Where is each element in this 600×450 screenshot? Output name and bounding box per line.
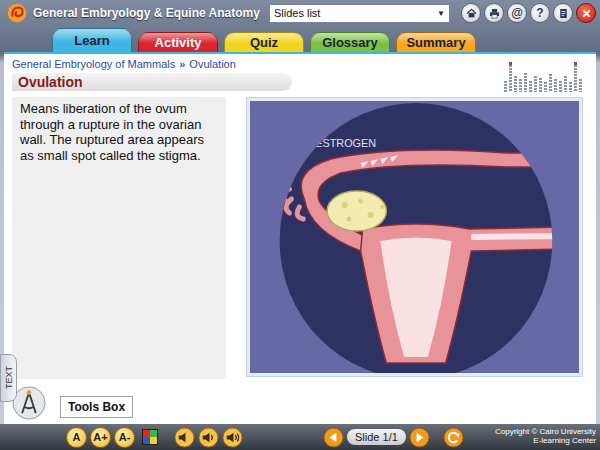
sound-equalizer xyxy=(504,60,582,92)
equalizer-bar xyxy=(544,82,547,92)
tab[interactable]: Glossary xyxy=(310,32,390,52)
equalizer-bar xyxy=(554,79,557,92)
side-tab-label: TEXT xyxy=(4,366,14,389)
tools-row: Tools Box xyxy=(12,379,588,424)
slide-body: Means liberation of the ovum through a r… xyxy=(12,97,588,379)
tools-box-button[interactable]: Tools Box xyxy=(60,396,133,418)
color-palette-icon[interactable] xyxy=(142,429,158,445)
drafting-compass-icon[interactable] xyxy=(12,386,46,420)
equalizer-bar xyxy=(574,62,577,92)
font-size-buttons: AA+A- xyxy=(66,427,158,448)
slide-text: Means liberation of the ovum through a r… xyxy=(20,101,218,163)
button-label: @ xyxy=(511,7,523,19)
equalizer-bar xyxy=(529,81,532,92)
equalizer-bar xyxy=(519,79,522,92)
home-button[interactable] xyxy=(461,3,481,23)
equalizer-bar xyxy=(509,62,512,92)
equalizer-bar xyxy=(569,82,572,92)
breadcrumb-item[interactable]: General Embryology of Mammals xyxy=(12,58,175,70)
ovary xyxy=(327,191,386,231)
equalizer-bar xyxy=(539,78,542,92)
figure-panel: ESTROGEN xyxy=(246,97,583,377)
breadcrumb-item[interactable]: Ovulation xyxy=(189,58,235,70)
copyright-line: Copyright © Cairo University xyxy=(495,428,596,437)
replay-icon[interactable] xyxy=(443,427,464,448)
printer-icon xyxy=(488,7,501,20)
button-label: ? xyxy=(536,7,543,19)
equalizer-bar xyxy=(504,81,507,92)
estrogen-label: ESTROGEN xyxy=(315,137,376,149)
notes-button[interactable] xyxy=(553,3,573,23)
tab[interactable]: Activity xyxy=(138,32,218,52)
uterus-ovary-illustration: ESTROGEN xyxy=(250,101,579,373)
font-size-button[interactable]: A- xyxy=(114,427,135,448)
dropdown-value: Slides list xyxy=(274,7,320,19)
speaker-icon[interactable] xyxy=(198,427,219,448)
copyright-text: Copyright © Cairo UniversityE-learning C… xyxy=(495,428,596,446)
breadcrumb: General Embryology of Mammals » Ovulation xyxy=(12,58,292,70)
bottom-toolbar: AA+A- Slide 1/1 Copyright © Cairo Universi… xyxy=(0,424,600,450)
tab[interactable]: Learn xyxy=(52,28,132,52)
print-button[interactable] xyxy=(484,3,504,23)
text-button[interactable]: @ xyxy=(507,3,527,23)
equalizer-bar xyxy=(579,79,582,92)
equalizer-bar xyxy=(514,76,517,92)
window-title: General Embryology & Equine Anatomy xyxy=(33,6,260,20)
content-panel: General Embryology of Mammals » Ovulation O… xyxy=(4,54,596,424)
app-window: General Embryology & Equine Anatomy Slide… xyxy=(0,0,600,450)
slide-header: General Embryology of Mammals » Ovulation O… xyxy=(12,58,588,92)
close-icon xyxy=(580,7,593,20)
close-button[interactable] xyxy=(576,3,596,23)
slide-navigation: Slide 1/1 xyxy=(323,427,464,448)
previous-arrow-icon[interactable] xyxy=(323,427,344,448)
text-button[interactable]: ? xyxy=(530,3,550,23)
title-bar: General Embryology & Equine Anatomy Slide… xyxy=(0,0,600,26)
tab-bar: Learn Activity Quiz Glossary Summary xyxy=(4,26,596,54)
text-panel: Means liberation of the ovum through a r… xyxy=(12,97,226,379)
equalizer-bar xyxy=(534,76,537,92)
equalizer-bar xyxy=(559,81,562,92)
speaker-icon[interactable] xyxy=(174,427,195,448)
uterus-drawing: ESTROGEN xyxy=(283,137,566,363)
font-size-button[interactable]: A+ xyxy=(90,427,111,448)
top-toolbar: @? xyxy=(461,3,596,23)
equalizer-bar xyxy=(549,74,552,92)
home-icon xyxy=(465,7,478,20)
font-size-button[interactable]: A xyxy=(66,427,87,448)
tab[interactable]: Quiz xyxy=(224,32,304,52)
slide-title: Ovulation xyxy=(12,73,292,91)
dropdown-arrow-icon: ▼ xyxy=(437,9,445,18)
slide-counter: Slide 1/1 xyxy=(347,429,406,445)
equalizer-bar xyxy=(564,76,567,92)
slides-dropdown[interactable]: Slides list ▼ xyxy=(269,4,450,23)
tab[interactable]: Summary xyxy=(396,32,476,52)
equalizer-bar xyxy=(524,73,527,92)
notes-icon xyxy=(557,7,570,20)
breadcrumb-separator: » xyxy=(179,58,185,70)
embryo-logo-icon xyxy=(6,2,28,24)
sound-buttons xyxy=(174,427,243,448)
text-side-tab[interactable]: TEXT xyxy=(0,354,17,402)
next-arrow-icon[interactable] xyxy=(409,427,430,448)
speaker-icon[interactable] xyxy=(222,427,243,448)
copyright-line: E-learning Center xyxy=(533,437,596,446)
hormone-arrows xyxy=(361,155,399,168)
